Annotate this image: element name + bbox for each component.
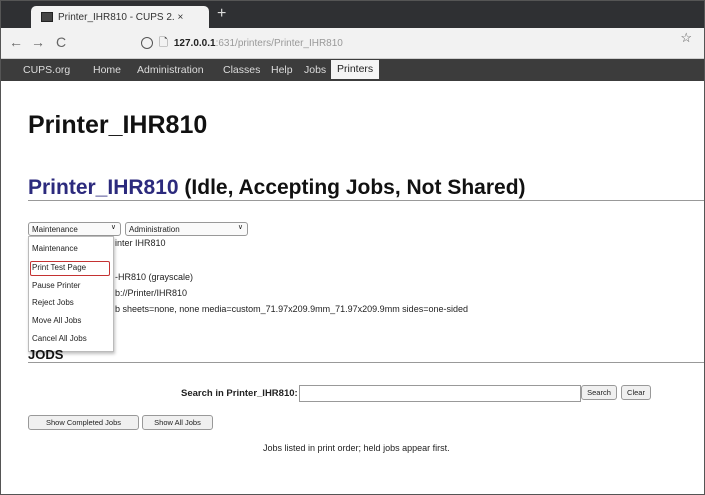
cups-nav-bar: CUPS.org Home Administration Classes Hel… xyxy=(1,59,704,81)
printer-status-heading: Printer_IHR810 (Idle, Accepting Jobs, No… xyxy=(28,176,526,200)
nav-classes[interactable]: Classes xyxy=(223,64,260,76)
browser-window: Printer_IHR810 - CUPS 2. × + ← → C 🗋 127… xyxy=(0,0,705,495)
nav-home[interactable]: Home xyxy=(93,64,121,76)
page-title: Printer_IHR810 xyxy=(28,111,208,139)
nav-cups-org[interactable]: CUPS.org xyxy=(23,64,70,76)
chevron-down-icon: ∨ xyxy=(110,224,116,231)
printer-favicon-icon xyxy=(41,12,53,22)
bookmark-star-icon[interactable]: ☆ xyxy=(680,30,692,46)
tab-bar: Printer_IHR810 - CUPS 2. × + xyxy=(1,1,704,28)
reload-button[interactable]: C xyxy=(56,34,66,50)
printer-defaults: b sheets=none, none media=custom_71.97x2… xyxy=(115,304,468,314)
menu-item-cancel-all-jobs[interactable]: Cancel All Jobs xyxy=(32,334,87,343)
url-host: 127.0.0.1 xyxy=(173,37,216,49)
search-label: Search in Printer_IHR810: xyxy=(181,388,298,399)
shield-icon xyxy=(141,37,153,49)
maintenance-dropdown-menu: Maintenance Print Test Page Pause Printe… xyxy=(28,236,114,352)
menu-item-print-test-page[interactable]: Print Test Page xyxy=(32,263,86,272)
nav-jobs[interactable]: Jobs xyxy=(304,64,326,76)
divider xyxy=(28,200,704,201)
url-path: :631/printers/Printer_IHR810 xyxy=(215,37,343,49)
new-tab-button[interactable]: + xyxy=(217,5,226,23)
maintenance-select-value: Maintenance xyxy=(32,224,78,234)
jobs-heading: JODS xyxy=(28,347,64,362)
menu-item-reject-jobs[interactable]: Reject Jobs xyxy=(32,298,74,307)
tab-title: Printer_IHR810 - CUPS 2. × xyxy=(58,11,184,23)
printer-driver: -HR810 (grayscale) xyxy=(115,272,194,282)
show-all-jobs-button[interactable]: Show All Jobs xyxy=(142,415,213,430)
jobs-note: Jobs listed in print order; held jobs ap… xyxy=(263,443,450,453)
navigation-bar: ← → C 🗋 127.0.0.1 :631/printers/Printer_… xyxy=(1,28,704,59)
nav-administration[interactable]: Administration xyxy=(137,64,204,76)
printer-connection: b://Printer/IHR810 xyxy=(115,288,188,298)
menu-item-maintenance[interactable]: Maintenance xyxy=(32,244,78,253)
administration-select[interactable]: Administration ∨ xyxy=(125,222,248,236)
nav-printers[interactable]: Printers xyxy=(331,60,380,79)
administration-select-value: Administration xyxy=(129,224,180,234)
clear-button[interactable]: Clear xyxy=(621,385,651,400)
browser-tab[interactable]: Printer_IHR810 - CUPS 2. × xyxy=(31,6,209,28)
search-input[interactable] xyxy=(299,385,581,402)
show-completed-jobs-button[interactable]: Show Completed Jobs xyxy=(28,415,139,430)
printer-link[interactable]: Printer_IHR810 xyxy=(28,176,179,199)
forward-button[interactable]: → xyxy=(31,34,45,50)
printer-description: inter IHR810 xyxy=(115,238,166,248)
menu-item-pause-printer[interactable]: Pause Printer xyxy=(32,281,80,290)
page-info-icon[interactable]: 🗋 xyxy=(159,34,168,53)
printer-status-text: (Idle, Accepting Jobs, Not Shared) xyxy=(178,176,526,199)
url-bar[interactable]: 🗋 127.0.0.1 :631/printers/Printer_IHR810 xyxy=(141,33,691,53)
search-button[interactable]: Search xyxy=(581,385,617,400)
maintenance-select[interactable]: Maintenance ∨ xyxy=(28,222,121,236)
nav-help[interactable]: Help xyxy=(271,64,293,76)
back-button[interactable]: ← xyxy=(9,34,23,50)
menu-item-move-all-jobs[interactable]: Move All Jobs xyxy=(32,316,81,325)
chevron-down-icon: ∨ xyxy=(237,224,243,231)
divider xyxy=(28,362,704,363)
